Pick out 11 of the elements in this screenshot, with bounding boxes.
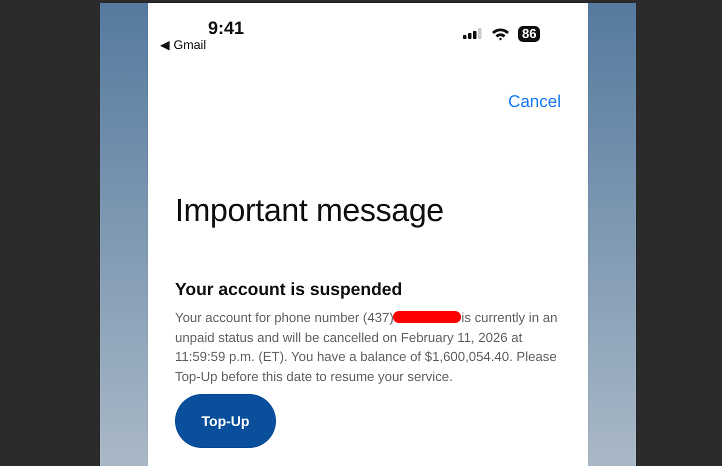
back-to-app-link[interactable]: ◀ Gmail bbox=[160, 36, 206, 55]
notice-heading: Your account is suspended bbox=[175, 279, 402, 300]
notice-text: Your account for phone number (437) is currently in an unpaid status and will be cancelled on February 11, 2026 at 11:59:59 p.m. (ET). You have a balance of $1,600,054.40. Please Top-Up before this date to resume your service. bbox=[175, 309, 558, 386]
redaction-mark bbox=[393, 311, 462, 323]
wifi-icon bbox=[491, 27, 510, 41]
top-up-button[interactable]: Top-Up bbox=[175, 394, 276, 448]
status-time: 9:41 bbox=[208, 17, 244, 40]
battery-indicator: 86 bbox=[518, 26, 540, 42]
page-title: Important message bbox=[175, 191, 444, 230]
cancel-button[interactable]: Cancel bbox=[508, 89, 561, 114]
signal-icon bbox=[463, 27, 483, 41]
